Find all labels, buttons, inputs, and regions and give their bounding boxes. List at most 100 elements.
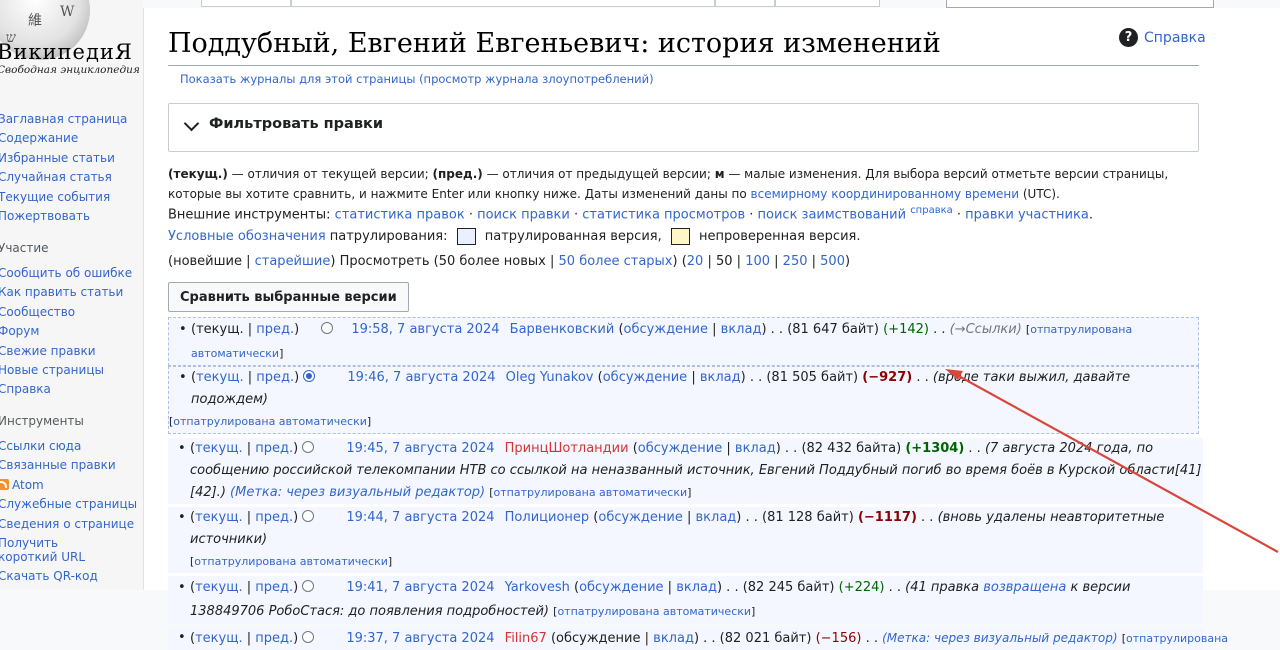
tool-special-pages[interactable]: Служебные страницы [0, 495, 137, 514]
patrol-tag[interactable]: отпатрулирована автоматически [194, 555, 388, 568]
cur-link[interactable]: текущ. [195, 580, 243, 595]
diff-radio[interactable] [302, 510, 315, 522]
user-link[interactable]: Oleg Yunakov [506, 370, 594, 385]
logo-wordmark[interactable]: ВикипедиЯ [0, 40, 133, 64]
cur-link[interactable]: текущ. [195, 631, 243, 646]
nav-how-to-edit[interactable]: Как править статьи [0, 283, 132, 302]
nav-report-error[interactable]: Сообщить об ошибке [0, 264, 132, 283]
revision-timestamp[interactable]: 19:37, 7 августа 2024 [346, 631, 494, 646]
tool-pageviews[interactable]: статистика просмотров [582, 207, 745, 222]
user-contribs-link[interactable]: вклад [721, 322, 762, 337]
nav-main-page[interactable]: Заглавная страница [0, 110, 127, 129]
tool-what-links-here[interactable]: Ссылки сюда [0, 437, 137, 456]
tool-copyvio[interactable]: поиск заимствований [758, 207, 907, 222]
pager-older[interactable]: 50 более старых [559, 254, 673, 269]
user-contribs-link[interactable]: вклад [676, 580, 717, 595]
prev-link[interactable]: пред. [255, 510, 293, 525]
cur-link[interactable]: текущ. [196, 370, 244, 385]
filter-revisions-label: Фильтровать правки [209, 116, 384, 132]
user-contribs-link[interactable]: вклад [735, 441, 776, 456]
revert-link[interactable]: возвращена [983, 580, 1066, 595]
cur-link[interactable]: текущ. [195, 441, 243, 456]
user-contribs-link[interactable]: вклад [653, 631, 694, 646]
nav-donate[interactable]: Пожертвовать [0, 207, 127, 226]
revision-timestamp[interactable]: 19:41, 7 августа 2024 [346, 580, 494, 595]
pager-limit-100[interactable]: 100 [745, 254, 770, 269]
diff-radio[interactable] [302, 580, 315, 592]
help-icon: ? [1119, 28, 1138, 47]
patrol-legend-link[interactable]: Условные обозначения [168, 229, 326, 244]
nav-current-events[interactable]: Текущие события [0, 188, 127, 207]
patrol-tag[interactable]: отпатрулирована автоматически [173, 415, 367, 428]
user-contribs-link[interactable]: вклад [700, 370, 741, 385]
nav-community[interactable]: Сообщество [0, 303, 132, 322]
patrol-tag[interactable]: отпатрулирована автоматически [494, 486, 688, 499]
tab-history[interactable] [775, 0, 880, 7]
edit-tag[interactable]: (Метка: через визуальный редактор) [230, 485, 485, 500]
user-link[interactable]: Полиционер [505, 510, 590, 525]
tab-read[interactable] [715, 0, 775, 7]
patrol-tag[interactable]: отпатрулирована [1126, 632, 1228, 645]
prev-link[interactable]: пред. [256, 370, 294, 385]
user-talk-link[interactable]: обсуждение [603, 370, 687, 385]
tool-related-changes[interactable]: Связанные правки [0, 456, 137, 475]
edit-tag[interactable]: (Метка: через визуальный редактор) [882, 631, 1117, 645]
tool-copyvio-help[interactable]: справка [910, 205, 953, 216]
revision-size: (82 432 байта) [801, 441, 902, 456]
user-talk-link[interactable]: обсуждение [638, 441, 722, 456]
revision-timestamp[interactable]: 19:45, 7 августа 2024 [346, 441, 494, 456]
filter-revisions-panel[interactable]: Фильтровать правки [168, 103, 1199, 152]
nav-help[interactable]: Справка [0, 380, 132, 399]
log-links-text[interactable]: Показать журналы для этой страницы (прос… [180, 72, 654, 86]
user-link[interactable]: Filin67 [505, 631, 547, 646]
nav-new-pages[interactable]: Новые страницы [0, 361, 132, 380]
main-nav: Заглавная страница Содержание Избранные … [0, 110, 127, 226]
prev-link[interactable]: пред. [256, 322, 294, 337]
tool-find-edit[interactable]: поиск правки [477, 207, 570, 222]
nav-featured[interactable]: Избранные статьи [0, 149, 127, 168]
pager-limit-250[interactable]: 250 [783, 254, 808, 269]
user-contribs-link[interactable]: вклад [696, 510, 737, 525]
tab-article[interactable] [201, 0, 291, 7]
patrol-tag[interactable]: отпатрулирована автоматически [557, 605, 751, 618]
user-talk-link[interactable]: обсуждение [579, 580, 663, 595]
user-link[interactable]: Yarkovesh [505, 580, 570, 595]
nav-forum[interactable]: Форум [0, 322, 132, 341]
revision-timestamp[interactable]: 19:46, 7 августа 2024 [347, 370, 495, 385]
tool-atom[interactable]: Atom [0, 476, 137, 495]
logo-glyph: W [60, 4, 75, 20]
pager-limit-500[interactable]: 500 [820, 254, 845, 269]
nav-random[interactable]: Случайная статья [0, 168, 127, 187]
tool-qr-code[interactable]: Скачать QR-код [0, 567, 137, 586]
legend-text: — отличия от предыдущей версии; [482, 167, 715, 181]
cur-link[interactable]: текущ. [195, 510, 243, 525]
user-talk-link[interactable]: обсуждение [624, 322, 708, 337]
tool-short-url[interactable]: Получить короткий URL [0, 534, 106, 567]
nav-contents[interactable]: Содержание [0, 129, 127, 148]
nav-recent-changes[interactable]: Свежие правки [0, 342, 132, 361]
revision-size: (81 128 байт) [762, 510, 854, 525]
diff-radio[interactable] [303, 370, 316, 382]
tool-user-edits[interactable]: правки участника [965, 207, 1089, 222]
user-talk-link[interactable]: обсуждение [556, 631, 640, 646]
user-talk-link[interactable]: обсуждение [598, 510, 682, 525]
search-input[interactable] [946, 0, 1214, 8]
help-link[interactable]: ? Справка [1119, 28, 1206, 47]
prev-link[interactable]: пред. [255, 580, 293, 595]
tool-page-info[interactable]: Сведения о странице [0, 515, 137, 534]
diff-radio[interactable] [302, 441, 315, 453]
tool-edit-stats[interactable]: статистика правок [335, 207, 465, 222]
revision-timestamp[interactable]: 19:44, 7 августа 2024 [346, 510, 494, 525]
revision-timestamp[interactable]: 19:58, 7 августа 2024 [351, 322, 499, 337]
pager-oldest[interactable]: старейшие [255, 254, 331, 269]
diff-radio[interactable] [302, 631, 315, 643]
compare-revisions-button[interactable]: Сравнить выбранные версии [168, 282, 409, 312]
pager-limit-20[interactable]: 20 [687, 254, 704, 269]
user-link[interactable]: ПринцШотландии [505, 441, 629, 456]
user-link[interactable]: Барвенковский [510, 322, 615, 337]
old-radio[interactable] [321, 322, 334, 334]
log-links[interactable]: Показать журналы для этой страницы (прос… [180, 72, 654, 86]
utc-link[interactable]: всемирному координированному времени [751, 187, 1020, 201]
prev-link[interactable]: пред. [255, 441, 293, 456]
prev-link[interactable]: пред. [255, 631, 293, 646]
